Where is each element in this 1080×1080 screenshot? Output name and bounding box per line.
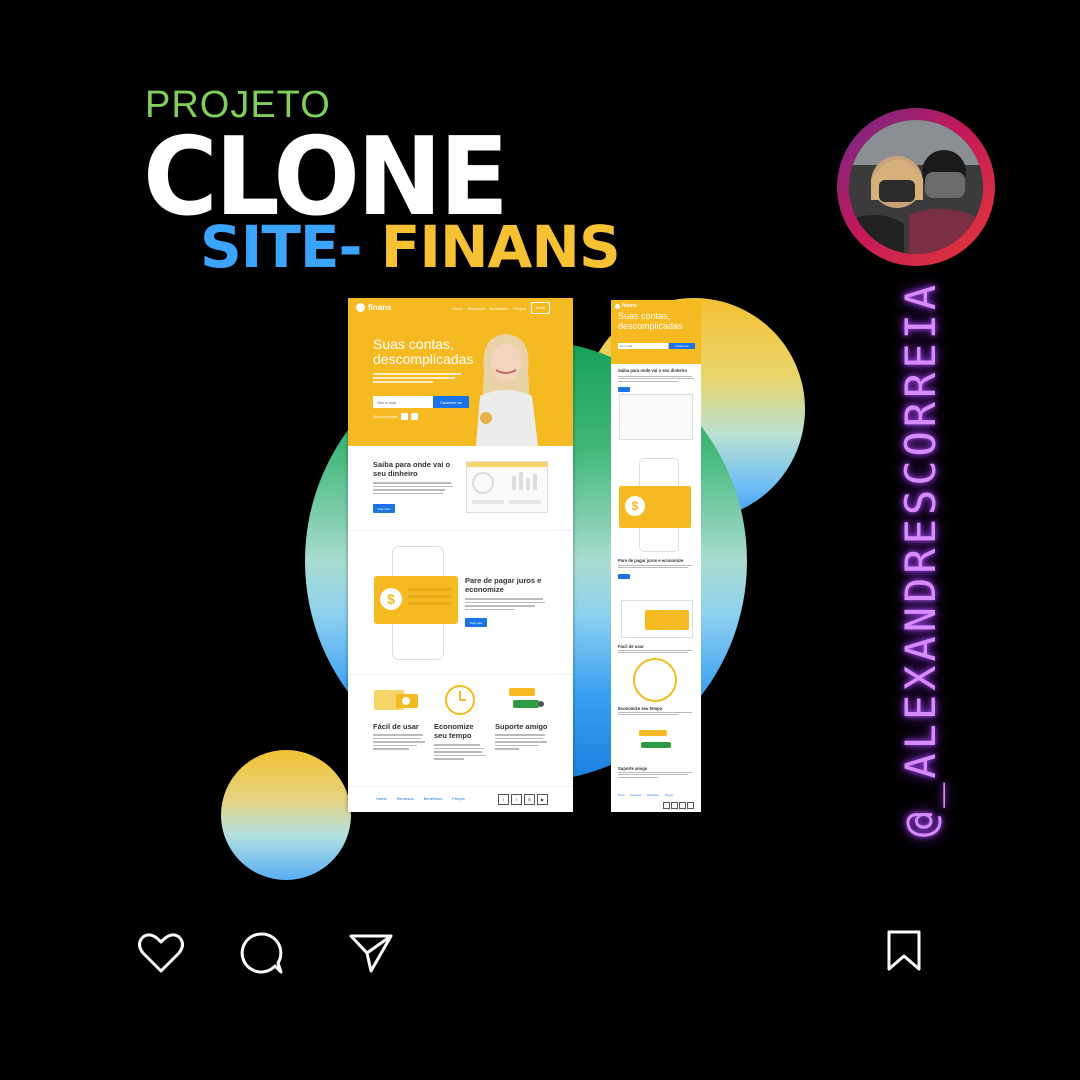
mobile-wallet-card xyxy=(645,610,689,630)
android-icon[interactable] xyxy=(401,413,409,420)
footer: Home Recursos Benefícios Preços f t ◎ ▶ xyxy=(348,786,573,812)
mobile-footer-precos[interactable]: Preços xyxy=(665,794,673,797)
footer-recursos[interactable]: Recursos xyxy=(397,796,414,801)
mobile-chat-bubble-green xyxy=(641,742,671,748)
signup-button[interactable]: Cadastre-se xyxy=(433,396,469,408)
mobile-social-links xyxy=(663,802,694,809)
footer-home[interactable]: Home xyxy=(376,796,387,801)
mobile-section1-text xyxy=(618,376,694,383)
comment-icon[interactable] xyxy=(238,930,284,976)
heart-icon[interactable] xyxy=(138,932,184,974)
mobile-feature1-text xyxy=(618,650,694,655)
mobile-signup-button[interactable]: Cadastre-se xyxy=(669,343,695,349)
mobile-instagram-icon[interactable] xyxy=(679,802,686,809)
twitter-icon[interactable]: t xyxy=(511,794,522,805)
email-input[interactable]: Seu e-mail xyxy=(373,396,433,408)
mobile-facebook-icon[interactable] xyxy=(663,802,670,809)
footer-nav: Home Recursos Benefícios Preços xyxy=(376,796,465,801)
section2-button[interactable]: Veja mais xyxy=(465,618,487,627)
chat-illustration xyxy=(509,688,544,708)
nav-precos[interactable]: Preços xyxy=(513,306,525,311)
apple-icon[interactable] xyxy=(411,413,419,420)
instagram-handle[interactable]: @_ALEXANDRESCORREIA xyxy=(880,280,960,838)
nav-recursos[interactable]: Recursos xyxy=(468,306,485,311)
handle-text: @_ALEXANDRESCORREIA xyxy=(895,280,945,838)
section1-title: Saiba para onde vai o seu dinheiro xyxy=(373,460,451,478)
mobile-hero-title: Suas contas, descomplicadas xyxy=(618,311,683,331)
mobile-hero: finans Suas contas, descomplicadas Seu e… xyxy=(611,300,701,364)
mobile-feature2-text xyxy=(618,712,694,717)
feature2-title: Economize seu tempo xyxy=(434,722,474,740)
wallet-illustration xyxy=(374,690,418,710)
section2-title: Pare de pagar juros e economize xyxy=(465,576,542,594)
mobile-section2-text xyxy=(618,565,694,570)
feature1-text xyxy=(373,734,425,752)
feature3-text xyxy=(495,734,547,752)
mobile-footer-home[interactable]: Home xyxy=(618,794,625,797)
mobile-section1-title: Saiba para onde vai o seu dinheiro xyxy=(618,368,688,373)
mobile-logo-icon xyxy=(615,303,620,309)
store-label: Disponível para: xyxy=(373,414,399,419)
mobile-dashboard-illustration xyxy=(619,394,693,440)
savings-card: $ xyxy=(374,576,458,624)
decor-circle-small xyxy=(221,750,351,880)
feature1-title: Fácil de usar xyxy=(373,722,419,731)
bookmark-icon[interactable] xyxy=(886,930,922,972)
mobile-logo: finans xyxy=(615,303,637,309)
logo-text: finans xyxy=(368,303,392,312)
mobile-footer-recursos[interactable]: Recursos xyxy=(631,794,642,797)
section1-button[interactable]: Veja mais xyxy=(373,504,395,513)
site-word: SITE- xyxy=(200,213,363,281)
mobile-section2-button[interactable] xyxy=(618,574,630,579)
mobile-youtube-icon[interactable] xyxy=(687,802,694,809)
hero-subtitle xyxy=(373,373,463,387)
clock-illustration xyxy=(445,685,475,715)
youtube-icon[interactable]: ▶ xyxy=(537,794,548,805)
mobile-email-input[interactable]: Seu e-mail xyxy=(618,343,668,349)
desktop-site-mockup: finans Home Recursos Benefícios Preços E… xyxy=(348,298,573,812)
section2-text xyxy=(465,598,545,612)
feature3-title: Suporte amigo xyxy=(495,722,548,731)
finans-logo: finans xyxy=(356,303,392,312)
entrar-button[interactable]: Entrar xyxy=(531,302,550,314)
nav-beneficios[interactable]: Benefícios xyxy=(490,306,509,311)
footer-beneficios[interactable]: Benefícios xyxy=(424,796,443,801)
mobile-feature1: Fácil de usar xyxy=(618,644,644,649)
mobile-clock-illustration xyxy=(633,658,677,702)
feature2-text xyxy=(434,744,486,762)
store-links: Disponível para: xyxy=(373,413,419,420)
section1-text xyxy=(373,482,453,496)
logo-icon xyxy=(356,303,365,312)
dashboard-illustration xyxy=(466,461,548,513)
features-section: Fácil de usar Economize seu tempo Suport… xyxy=(348,674,573,786)
mobile-feature3: Suporte amigo xyxy=(618,766,648,771)
avatar[interactable] xyxy=(849,120,983,254)
top-nav: Home Recursos Benefícios Preços xyxy=(452,306,526,311)
nav-home[interactable]: Home xyxy=(452,306,463,311)
mobile-footer-beneficios[interactable]: Benefícios xyxy=(647,794,659,797)
facebook-icon[interactable]: f xyxy=(498,794,509,805)
finans-word: FINANS xyxy=(361,213,621,281)
instagram-icon[interactable]: ◎ xyxy=(524,794,535,805)
mobile-twitter-icon[interactable] xyxy=(671,802,678,809)
mobile-logo-text: finans xyxy=(622,303,637,309)
mobile-section1-button[interactable] xyxy=(618,387,630,392)
mobile-savings-card: $ xyxy=(619,486,691,528)
mobile-chat-bubble-yellow xyxy=(639,730,667,736)
footer-precos[interactable]: Preços xyxy=(452,796,464,801)
site-finans-title: SITE- FINANS xyxy=(200,218,621,276)
social-links: f t ◎ ▶ xyxy=(498,794,548,805)
hero-woman-image xyxy=(476,334,538,446)
mobile-section2-title: Pare de pagar juros e economize xyxy=(618,558,684,563)
mobile-site-mockup: finans Suas contas, descomplicadas Seu e… xyxy=(611,300,701,812)
send-icon[interactable] xyxy=(348,932,394,974)
mobile-feature3-text xyxy=(618,772,694,779)
mobile-footer-nav: Home Recursos Benefícios Preços xyxy=(618,794,673,797)
mobile-feature2: Economize seu tempo xyxy=(618,706,663,711)
hero-section: finans Home Recursos Benefícios Preços E… xyxy=(348,298,573,446)
